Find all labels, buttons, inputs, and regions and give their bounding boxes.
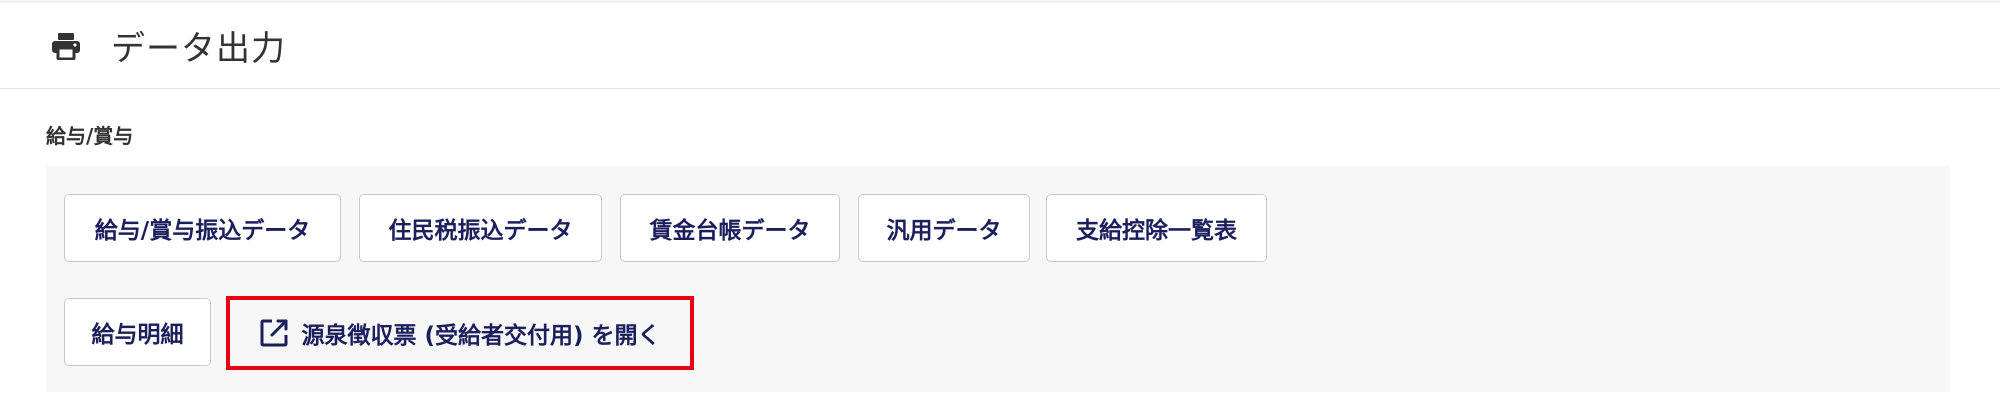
- printer-icon: [50, 30, 82, 62]
- payment-deduction-list-button[interactable]: 支給控除一覧表: [1046, 194, 1267, 262]
- open-withholding-slip-label: 源泉徴収票 (受給者交付用) を開く: [301, 323, 661, 349]
- resident-tax-transfer-button[interactable]: 住民税振込データ: [359, 194, 602, 262]
- page-title: データ出力: [111, 29, 286, 69]
- open-withholding-slip-button[interactable]: 源泉徴収票 (受給者交付用) を開く: [230, 300, 690, 366]
- wage-ledger-button[interactable]: 賃金台帳データ: [620, 194, 840, 262]
- general-data-button[interactable]: 汎用データ: [858, 194, 1030, 262]
- section-label: 給与/賞与: [46, 124, 134, 148]
- page: データ出力 給与/賞与 給与/賞与振込データ 住民税振込データ 賃金台帳データ …: [0, 0, 2000, 405]
- pay-slip-button[interactable]: 給与明細: [64, 298, 211, 366]
- salary-bonus-transfer-button[interactable]: 給与/賞与振込データ: [64, 194, 341, 262]
- open-withholding-slip-content: 源泉徴収票 (受給者交付用) を開く: [259, 316, 661, 350]
- external-link-icon: [259, 318, 289, 348]
- page-header: データ出力: [0, 3, 2000, 89]
